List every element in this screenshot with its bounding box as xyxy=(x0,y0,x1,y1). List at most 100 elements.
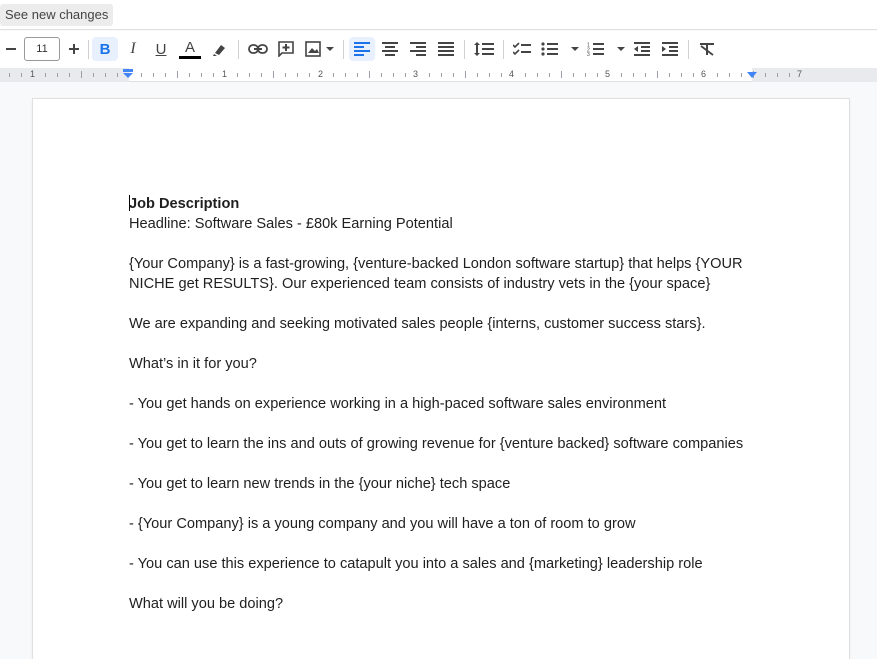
ruler-tick xyxy=(177,71,178,78)
checklist-button[interactable] xyxy=(509,37,535,61)
align-center-button[interactable] xyxy=(378,37,402,61)
toolbar-divider xyxy=(238,40,239,59)
ruler-number: 2 xyxy=(318,69,324,79)
ruler-number: 1 xyxy=(30,69,36,79)
formatting-toolbar: 11 B I U A 1 2 3 xyxy=(0,31,877,68)
doc-blank-line xyxy=(129,374,769,394)
increase-indent-button[interactable] xyxy=(658,37,682,61)
align-left-icon xyxy=(354,42,370,56)
ruler-tick xyxy=(741,73,742,77)
ruler-tick xyxy=(765,73,766,77)
doc-blank-line xyxy=(129,334,769,354)
doc-bullet: - {Your Company} is a young company and … xyxy=(129,516,636,532)
doc-blank-line xyxy=(129,494,769,514)
horizontal-ruler[interactable]: 1 1 2 3 4 5 6 7 xyxy=(0,68,877,82)
top-bar: See new changes xyxy=(0,0,877,30)
highlight-color-button[interactable] xyxy=(208,37,232,61)
ruler-tick xyxy=(369,71,370,78)
plus-icon xyxy=(69,44,79,54)
ruler-tick xyxy=(21,73,22,77)
doc-blank-line xyxy=(129,234,769,254)
bold-button[interactable]: B xyxy=(92,37,118,61)
ruler-tick xyxy=(333,73,334,77)
ruler-tick xyxy=(297,73,298,77)
ruler-tick xyxy=(681,73,682,77)
minus-icon xyxy=(6,48,16,50)
doc-bullet: - You get to learn the ins and outs of g… xyxy=(129,436,744,452)
insert-image-button[interactable] xyxy=(302,37,338,61)
ruler-tick xyxy=(189,73,190,77)
checklist-icon xyxy=(513,42,531,56)
text-color-button[interactable]: A xyxy=(177,37,203,61)
ruler-tick xyxy=(465,71,466,78)
align-left-button[interactable] xyxy=(349,37,375,61)
toolbar-divider xyxy=(503,40,504,59)
bulleted-list-icon xyxy=(541,42,579,56)
ruler-tick xyxy=(453,73,454,77)
doc-bullet: - You get hands on experience working in… xyxy=(129,396,667,412)
insert-image-icon xyxy=(305,41,334,57)
ruler-tick xyxy=(237,73,238,77)
ruler-tick xyxy=(213,73,214,77)
svg-text:3: 3 xyxy=(587,52,590,56)
ruler-number: 3 xyxy=(413,69,419,79)
ruler-tick xyxy=(345,73,346,77)
underline-button[interactable]: U xyxy=(149,37,173,61)
ruler-tick xyxy=(441,73,442,77)
line-spacing-button[interactable] xyxy=(471,37,497,61)
toolbar-divider xyxy=(343,40,344,59)
toolbar-divider xyxy=(688,40,689,59)
ruler-tick xyxy=(117,73,118,77)
see-new-changes-button[interactable]: See new changes xyxy=(0,4,114,26)
ruler-tick xyxy=(573,73,574,77)
ruler-tick xyxy=(285,73,286,77)
align-right-icon xyxy=(410,42,426,56)
doc-blank-line xyxy=(129,454,769,474)
ruler-number: 5 xyxy=(605,69,611,79)
ruler-tick xyxy=(429,73,430,77)
insert-link-button[interactable] xyxy=(245,37,271,61)
align-center-icon xyxy=(382,42,398,56)
document-page[interactable]: Job Description Headline: Software Sales… xyxy=(33,99,849,659)
ruler-tick xyxy=(489,73,490,77)
ruler-number: 7 xyxy=(797,69,803,79)
increase-indent-icon xyxy=(662,42,678,56)
ruler-tick xyxy=(249,73,250,77)
ruler-number: 1 xyxy=(222,69,228,79)
align-right-button[interactable] xyxy=(406,37,430,61)
add-comment-button[interactable] xyxy=(274,37,298,61)
clear-formatting-icon xyxy=(700,43,714,56)
ruler-tick xyxy=(669,73,670,77)
highlight-icon xyxy=(213,45,225,56)
doc-blank-line xyxy=(129,534,769,554)
ruler-tick xyxy=(9,73,10,77)
left-indent-marker-icon[interactable] xyxy=(122,69,134,79)
doc-question: What will you be doing? xyxy=(129,596,284,612)
ruler-tick xyxy=(585,73,586,77)
numbered-list-button[interactable]: 123 xyxy=(585,37,627,61)
font-size-increase-button[interactable] xyxy=(64,37,84,61)
doc-blank-line xyxy=(129,414,769,434)
doc-blank-line xyxy=(129,574,769,594)
decrease-indent-icon xyxy=(634,42,650,56)
font-size-decrease-button[interactable] xyxy=(2,37,20,61)
bold-icon: B xyxy=(99,40,111,58)
clear-formatting-button[interactable] xyxy=(694,37,720,61)
ruler-tick xyxy=(309,73,310,77)
ruler-tick xyxy=(201,73,202,77)
font-size-input[interactable]: 11 xyxy=(24,37,60,61)
align-justify-button[interactable] xyxy=(434,37,458,61)
line-spacing-icon xyxy=(474,42,494,56)
ruler-tick xyxy=(261,73,262,77)
ruler-tick xyxy=(717,73,718,77)
document-body[interactable]: Job Description Headline: Software Sales… xyxy=(129,194,769,614)
ruler-tick xyxy=(393,73,394,77)
ruler-right-margin xyxy=(752,68,877,82)
decrease-indent-button[interactable] xyxy=(630,37,654,61)
bulleted-list-button[interactable] xyxy=(539,37,581,61)
ruler-tick xyxy=(477,73,478,77)
italic-button[interactable]: I xyxy=(121,37,145,61)
ruler-tick xyxy=(93,73,94,77)
doc-bullet: - You can use this experience to catapul… xyxy=(129,556,703,572)
right-indent-marker-icon[interactable] xyxy=(746,71,758,80)
